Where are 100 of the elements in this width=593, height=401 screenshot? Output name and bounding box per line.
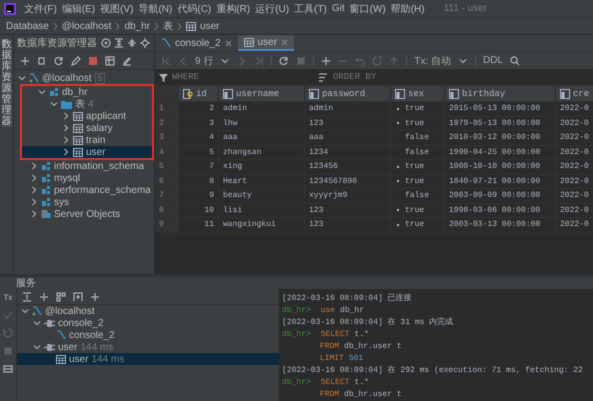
menu-item[interactable]: 视图(V): [100, 2, 134, 16]
editor-tab[interactable]: user: [238, 35, 294, 51]
breadcrumb-item[interactable]: user: [200, 20, 220, 32]
pencil-icon[interactable]: [122, 56, 132, 66]
where-filter-field[interactable]: WHERE: [172, 72, 200, 82]
column-header[interactable]: id: [179, 86, 219, 101]
table-cell: 3: [179, 116, 219, 130]
target-icon[interactable]: [101, 38, 111, 48]
tree-item[interactable]: mysql: [14, 172, 154, 184]
breadcrumb-item[interactable]: Database: [6, 20, 49, 32]
chevron-down-icon[interactable]: [33, 319, 41, 327]
refresh-icon[interactable]: [279, 56, 290, 66]
menu-item[interactable]: 文件(F): [24, 2, 57, 16]
chevron-down-icon[interactable]: [21, 307, 29, 315]
search-icon[interactable]: [510, 56, 520, 66]
menu-item[interactable]: 窗口(W): [350, 2, 386, 16]
group-icon[interactable]: [56, 292, 66, 302]
layout-icon[interactable]: [3, 364, 13, 374]
add-icon[interactable]: [20, 56, 30, 66]
tree-item[interactable]: information_schema: [14, 160, 154, 172]
table-cell: true: [391, 102, 445, 116]
expand-all-icon[interactable]: [22, 292, 32, 302]
menu-item[interactable]: 运行(U): [255, 2, 290, 16]
chevron-right-icon[interactable]: [30, 186, 38, 194]
chevron-down-icon[interactable]: [50, 100, 58, 108]
menu-item[interactable]: 工具(T): [294, 2, 327, 16]
stop-icon[interactable]: [88, 56, 98, 66]
column-header[interactable]: birthday: [445, 86, 556, 101]
menu-item[interactable]: 代码(C): [177, 2, 212, 16]
tree-item[interactable]: user 144 ms: [17, 341, 279, 353]
column-header[interactable]: sex: [391, 86, 445, 101]
chevron-right-icon[interactable]: [62, 148, 70, 156]
chevron-right-icon[interactable]: [30, 174, 38, 182]
copy-icon[interactable]: [37, 56, 47, 66]
chevron-right-icon[interactable]: [62, 136, 70, 144]
breadcrumb-item[interactable]: 表: [163, 19, 174, 33]
table-cell: 8: [179, 174, 219, 188]
tree-item[interactable]: 表 4: [22, 98, 152, 110]
menu-item[interactable]: 编辑(E): [62, 2, 96, 16]
tree-item[interactable]: @localhost: [17, 305, 279, 317]
ddl-button[interactable]: DDL: [483, 55, 504, 66]
row-number: 6: [155, 174, 179, 188]
editor-tab[interactable]: console_2: [155, 35, 238, 51]
new-tab-icon[interactable]: [73, 292, 83, 302]
console-line: [2022-03-16 08:09:04] 在 31 ms 内完成: [281, 317, 454, 329]
collapse-all-icon[interactable]: [39, 292, 49, 302]
tree-item[interactable]: @localhost 5: [14, 72, 154, 84]
add-icon[interactable]: [90, 292, 100, 302]
table-icon: [73, 112, 83, 120]
transaction-button[interactable]: Tx: [4, 293, 12, 302]
tree-item[interactable]: console_2: [17, 317, 279, 329]
table-cell: 10: [179, 204, 219, 217]
table-cell: 1000-10-10 00:00:00: [445, 160, 556, 174]
transaction-mode-dropdown[interactable]: Tx: 自动: [414, 54, 452, 68]
table-cell: 4: [179, 131, 219, 144]
page-size-dropdown[interactable]: 9 行: [195, 54, 214, 68]
close-icon[interactable]: [224, 40, 232, 46]
panel-title: 服务: [16, 277, 36, 290]
console-icon: [161, 38, 171, 48]
expand-all-icon[interactable]: [114, 38, 124, 48]
menu-item[interactable]: 导航(N): [138, 2, 172, 16]
tree-item[interactable]: performance_schema: [14, 184, 154, 196]
table-view-icon[interactable]: [105, 56, 115, 66]
column-header[interactable]: username: [219, 86, 305, 101]
chevron-right-icon[interactable]: [30, 198, 38, 206]
table-icon: [73, 136, 83, 144]
chevron-right-icon[interactable]: [62, 112, 70, 120]
chevron-down-icon[interactable]: [38, 88, 46, 96]
tree-item[interactable]: db_hr: [22, 86, 152, 98]
tree-item[interactable]: salary: [22, 122, 152, 134]
chevron-down-icon[interactable]: [33, 343, 41, 351]
menu-item[interactable]: 帮助(H): [390, 2, 425, 16]
tree-item[interactable]: user 144 ms: [17, 353, 279, 365]
tree-item[interactable]: console_2: [17, 329, 279, 341]
breadcrumb-item[interactable]: db_hr: [124, 20, 150, 32]
tree-item[interactable]: train: [22, 134, 152, 146]
chevron-right-icon[interactable]: [30, 210, 38, 218]
tree-item[interactable]: sys: [14, 196, 154, 208]
table-cell: 123: [305, 116, 391, 130]
refresh-icon[interactable]: [54, 56, 64, 66]
column-header[interactable]: password: [305, 86, 391, 101]
chevron-down-icon[interactable]: [18, 74, 26, 82]
table-cell: 1234567890: [305, 174, 391, 188]
console-line: FROM db_hr.user t: [318, 341, 403, 353]
menu-item[interactable]: Git: [332, 3, 345, 14]
collapse-all-icon[interactable]: [127, 38, 137, 48]
column-header[interactable]: cre: [556, 86, 593, 101]
console-line: [2022-03-16 08:09:04] 在 292 ms (execution: 71 ms, fetching: 22: [281, 365, 583, 377]
tree-item[interactable]: applicant: [22, 110, 152, 122]
chevron-right-icon[interactable]: [62, 124, 70, 132]
edit-icon[interactable]: [71, 56, 81, 66]
add-row-icon[interactable]: [321, 56, 332, 66]
menu-item[interactable]: 重构(R): [216, 2, 250, 16]
tree-item[interactable]: user: [22, 146, 152, 158]
order-by-field[interactable]: ORDER BY: [333, 72, 376, 82]
side-tab[interactable]: 数据库资源管理器: [2, 39, 12, 127]
tree-item[interactable]: Server Objects: [14, 208, 154, 220]
breadcrumb-item[interactable]: @localhost: [62, 20, 112, 32]
table-cell: 2003-03-13 00:00:00: [445, 218, 556, 232]
chevron-right-icon[interactable]: [30, 162, 38, 170]
